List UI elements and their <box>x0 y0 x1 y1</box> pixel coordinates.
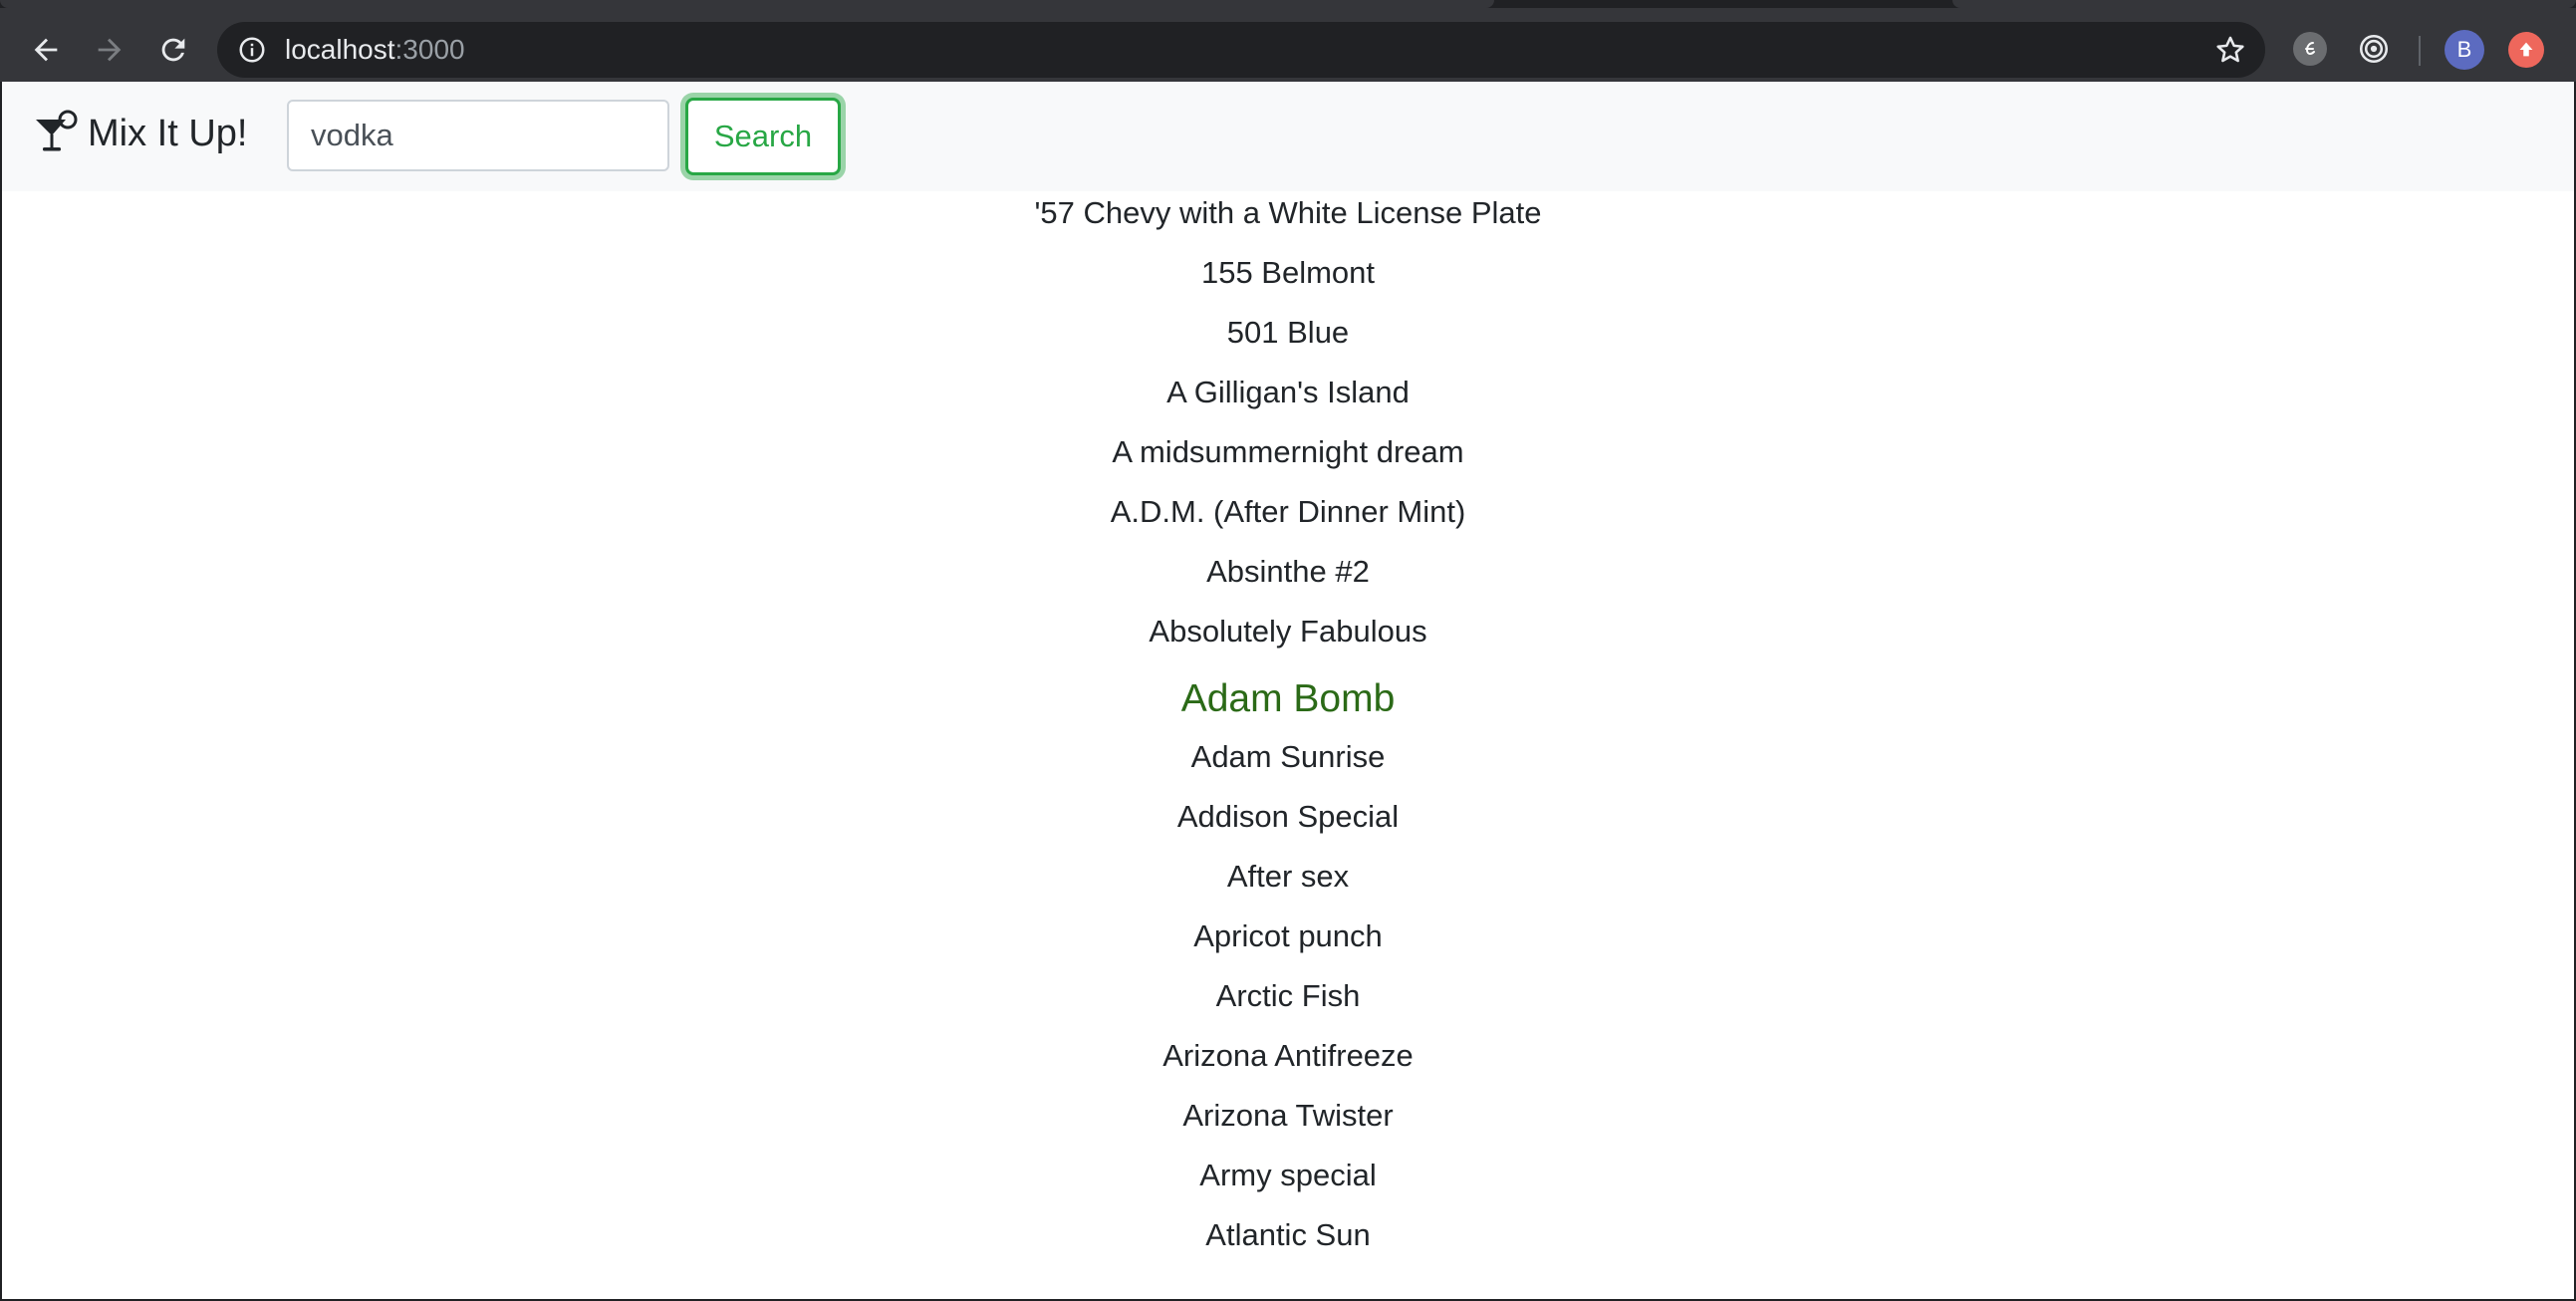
result-item[interactable]: Army special <box>2 1156 2574 1195</box>
script-e-icon <box>2305 42 2315 56</box>
result-item[interactable]: 501 Blue <box>2 313 2574 353</box>
reload-icon <box>161 38 185 62</box>
page-viewport: Mix It Up! Search '57 Chevy with a White… <box>2 82 2574 1299</box>
back-arrow-icon <box>34 38 58 62</box>
extension-target-icon[interactable] <box>2357 32 2391 66</box>
address-bar[interactable]: localhost:3000 <box>217 22 2265 78</box>
result-item[interactable]: After sex <box>2 857 2574 897</box>
back-button[interactable] <box>22 26 70 74</box>
cocktail-icon <box>36 110 78 151</box>
url-port: :3000 <box>394 34 465 65</box>
result-item[interactable]: Apricot punch <box>2 916 2574 956</box>
target-icon <box>2359 34 2389 64</box>
profile-avatar[interactable]: B <box>2445 30 2484 70</box>
result-item[interactable]: Adam Bomb <box>2 675 2574 723</box>
result-item[interactable]: Absinthe #2 <box>2 552 2574 592</box>
result-item[interactable]: Adam Sunrise <box>2 737 2574 777</box>
bookmark-star-icon[interactable] <box>2213 33 2247 67</box>
forward-button[interactable] <box>86 26 133 74</box>
navbar: Mix It Up! Search <box>2 82 2574 191</box>
url-text: localhost:3000 <box>285 35 465 65</box>
info-icon[interactable] <box>237 35 267 65</box>
result-item[interactable]: Arizona Antifreeze <box>2 1036 2574 1076</box>
result-item[interactable]: Arctic Fish <box>2 976 2574 1016</box>
result-item[interactable]: Addison Special <box>2 797 2574 837</box>
search-button[interactable]: Search <box>685 98 841 175</box>
browser-tab[interactable] <box>0 0 1494 8</box>
browser-toolbar: localhost:3000 B <box>0 8 2576 82</box>
result-item[interactable]: A.D.M. (After Dinner Mint) <box>2 492 2574 532</box>
result-item[interactable]: Atlantic Sun <box>2 1215 2574 1255</box>
search-input[interactable] <box>287 100 669 171</box>
brand[interactable]: Mix It Up! <box>32 110 247 157</box>
forward-arrow-icon <box>98 38 122 62</box>
update-icon[interactable] <box>2508 32 2544 68</box>
url-host: localhost <box>285 34 395 65</box>
reload-button[interactable] <box>149 26 197 74</box>
update-arrow-icon <box>2519 42 2533 57</box>
result-item[interactable]: 155 Belmont <box>2 253 2574 293</box>
toolbar-divider <box>2419 36 2421 66</box>
result-item[interactable]: A Gilligan's Island <box>2 373 2574 412</box>
result-item[interactable]: '57 Chevy with a White License Plate <box>2 193 2574 233</box>
brand-title: Mix It Up! <box>88 113 248 154</box>
extension-e-icon[interactable] <box>2293 32 2327 66</box>
result-item[interactable]: Absolutely Fabulous <box>2 612 2574 651</box>
browser-tab[interactable] <box>1952 0 2576 8</box>
result-item[interactable]: Arizona Twister <box>2 1096 2574 1136</box>
result-item[interactable]: A midsummernight dream <box>2 432 2574 472</box>
